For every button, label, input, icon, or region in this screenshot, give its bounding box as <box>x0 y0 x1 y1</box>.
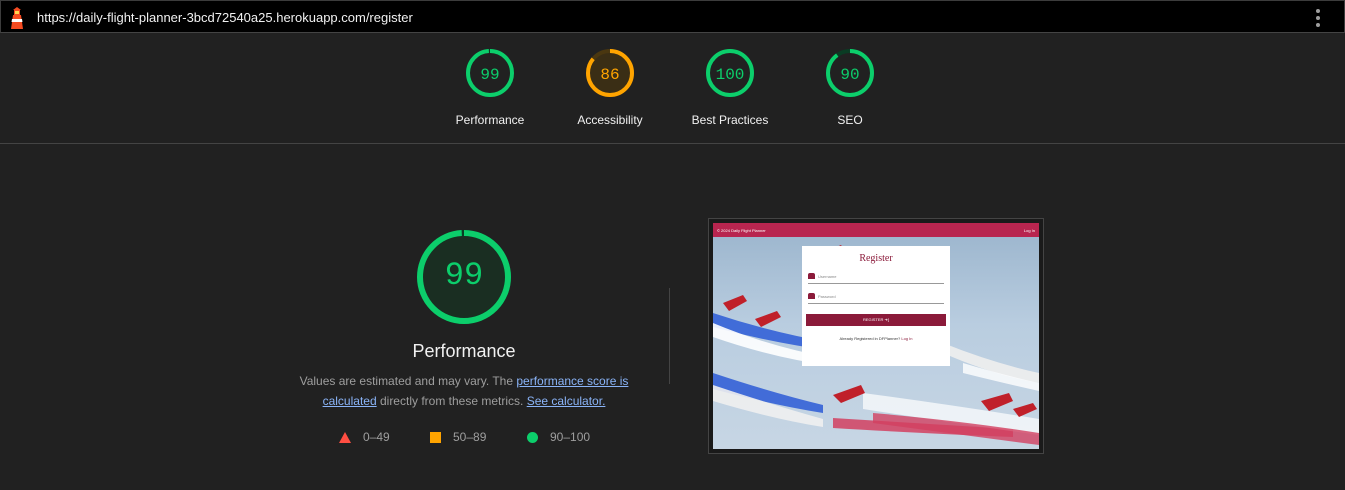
gauge-label: SEO <box>837 113 863 127</box>
gauge-score: 99 <box>480 66 500 84</box>
legend-range: 0–49 <box>363 430 390 444</box>
register-footer: Already Registered in DFPlanner? Log In <box>802 336 950 341</box>
gauge-score: 86 <box>600 66 620 84</box>
square-average-icon <box>430 431 441 443</box>
register-card: Register Username Password REGISTER ➜] A… <box>802 246 950 366</box>
triangle-fail-icon <box>339 431 351 443</box>
gauge-label: Performance <box>455 113 525 127</box>
lock-icon <box>808 293 815 299</box>
legend-pass: 90–100 <box>527 430 590 444</box>
username-placeholder: Username <box>818 274 837 279</box>
gauge-best-practices[interactable]: 100 Best Practices <box>670 47 790 127</box>
section-divider <box>669 288 670 384</box>
desc-text: directly from these metrics. <box>376 394 527 408</box>
performance-description: Values are estimated and may vary. The p… <box>283 371 645 411</box>
browser-bar: https://daily-flight-planner-3bcd72540a2… <box>0 0 1345 33</box>
desc-text: Values are estimated and may vary. The <box>299 374 517 388</box>
footer-text: Already Registered in DFPlanner? <box>839 336 902 341</box>
screenshot-navbar: © 2024 Daily Flight Planner Log In <box>713 223 1039 237</box>
performance-title: Performance <box>412 341 516 361</box>
url-text[interactable]: https://daily-flight-planner-3bcd72540a2… <box>37 10 413 25</box>
gauge-label: Best Practices <box>691 113 769 127</box>
footer-login-link: Log In <box>901 336 913 341</box>
password-placeholder: Password <box>818 294 836 299</box>
lighthouse-icon <box>11 7 23 29</box>
screenshot-image: © 2024 Daily Flight Planner Log In Regis… <box>713 223 1039 449</box>
legend-range: 90–100 <box>550 430 591 444</box>
screenshot-login: Log In <box>1023 227 1035 233</box>
performance-score: 99 <box>444 257 484 294</box>
user-icon <box>808 273 815 279</box>
gauge-accessibility[interactable]: 86 Accessibility <box>550 47 670 127</box>
legend-range: 50–89 <box>453 430 487 444</box>
screenshot-brand: © 2024 Daily Flight Planner <box>717 227 766 233</box>
password-field: Password <box>808 290 944 304</box>
gauge-label: Accessibility <box>577 113 643 127</box>
performance-gauge-large: 99 <box>415 228 513 326</box>
see-calculator-link[interactable]: See calculator. <box>527 394 606 408</box>
gauge-score: 90 <box>840 66 860 84</box>
legend-fail: 0–49 <box>339 430 390 444</box>
score-summary: 99 Performance 86 Accessibility 100 Best… <box>0 33 1345 144</box>
username-field: Username <box>808 270 944 284</box>
gauge-performance[interactable]: 99 Performance <box>430 47 550 127</box>
performance-section: 99 Performance Values are estimated and … <box>0 144 1345 490</box>
circle-pass-icon <box>527 431 538 443</box>
final-screenshot[interactable]: © 2024 Daily Flight Planner Log In Regis… <box>708 218 1044 454</box>
kebab-menu-icon[interactable] <box>1312 9 1324 27</box>
register-button: REGISTER ➜] <box>806 314 946 326</box>
gauge-seo[interactable]: 90 SEO <box>790 47 910 127</box>
legend-average: 50–89 <box>430 430 486 444</box>
register-title: Register <box>859 253 893 264</box>
gauge-score: 100 <box>715 66 745 84</box>
